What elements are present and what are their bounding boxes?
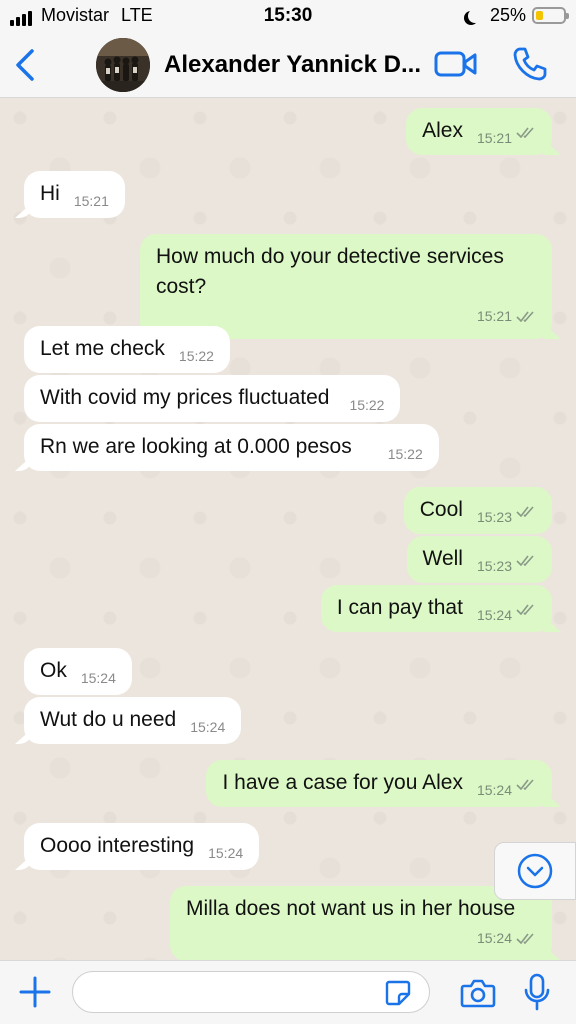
message-time: 15:24 — [190, 719, 226, 735]
message-time: 15:24 — [476, 930, 512, 946]
double-check-icon — [516, 127, 534, 138]
message-text: I can pay that — [336, 596, 463, 619]
message-text: With covid my prices fluctuated — [40, 386, 330, 409]
status-bar: Movistar LTE 15:30 25% — [0, 0, 576, 32]
message-text: Ok — [40, 659, 67, 682]
message-time: 15:24 — [476, 607, 512, 623]
message-input[interactable] — [72, 971, 430, 1013]
double-check-icon — [516, 555, 534, 566]
message-bubble[interactable]: Oooo interesting 15:24 — [24, 823, 260, 870]
message-bubble[interactable]: Cool 15:23 — [403, 487, 552, 534]
avatar-photo — [96, 38, 150, 92]
message-bubble[interactable]: Milla does not want us in her house 15:2… — [170, 886, 552, 960]
message-text: Hi — [40, 182, 60, 205]
battery-icon — [532, 7, 569, 24]
message-text: Well — [422, 547, 463, 570]
do-not-disturb-icon — [468, 9, 482, 23]
message-time: 15:24 — [476, 782, 512, 798]
microphone-icon[interactable] — [524, 973, 550, 1011]
double-check-icon — [516, 506, 534, 517]
contact-name[interactable]: Alexander Yannick D... — [164, 51, 421, 79]
back-chevron-icon[interactable] — [12, 48, 38, 82]
double-check-icon — [516, 604, 534, 615]
message-text: How much do your detective services cost… — [156, 245, 504, 298]
message-bubble[interactable]: Well 15:23 — [406, 536, 552, 583]
composer-bar — [0, 960, 576, 1024]
message-bubble[interactable]: Ok 15:24 — [24, 648, 132, 695]
message-bubble[interactable]: Wut do u need 15:24 — [24, 697, 242, 744]
message-text: Let me check — [40, 337, 165, 360]
message-text: Oooo interesting — [40, 834, 195, 857]
message-bubble[interactable]: With covid my prices fluctuated 15:22 — [24, 375, 401, 422]
message-bubble[interactable]: Let me check 15:22 — [24, 326, 230, 373]
contact-avatar[interactable] — [96, 38, 150, 92]
message-bubble[interactable]: Rn we are looking at 0.000 pesos 15:22 — [24, 424, 439, 471]
message-time: 15:23 — [476, 509, 512, 525]
message-time: 15:22 — [178, 348, 214, 364]
message-bubble[interactable]: I can pay that 15:24 — [320, 585, 552, 632]
message-time: 15:24 — [80, 670, 116, 686]
double-check-icon — [516, 933, 534, 944]
double-check-icon — [516, 779, 534, 790]
message-text: Wut do u need — [40, 708, 177, 731]
chevron-down-icon — [517, 853, 553, 889]
message-bubble[interactable]: Alex 15:21 — [406, 108, 552, 155]
battery-percent: 25% — [489, 5, 526, 25]
message-time: 15:21 — [73, 193, 109, 209]
message-text: Cool — [419, 498, 463, 521]
message-time: 15:21 — [476, 130, 512, 146]
message-time: 15:24 — [208, 845, 244, 861]
chat-area[interactable]: Alex 15:21 Hi 15:21 How much do your detec… — [0, 98, 576, 960]
message-bubble[interactable]: Hi 15:21 — [24, 171, 125, 218]
message-text: Alex — [422, 119, 463, 142]
message-text: Milla does not want us in her house — [186, 897, 516, 920]
double-check-icon — [516, 311, 534, 322]
message-time: 15:21 — [476, 308, 512, 324]
message-bubble[interactable]: How much do your detective services cost… — [140, 234, 552, 339]
camera-icon[interactable] — [460, 977, 496, 1009]
video-call-icon[interactable] — [434, 49, 478, 79]
message-text: Rn we are looking at 0.000 pesos — [40, 435, 352, 458]
chat-header: Alexander Yannick D... — [0, 32, 576, 98]
message-time: 15:23 — [476, 558, 512, 574]
message-time: 15:22 — [387, 446, 423, 462]
message-bubble[interactable]: I have a case for you Alex 15:24 — [206, 760, 552, 807]
scroll-to-bottom-button[interactable] — [494, 842, 576, 900]
message-text: I have a case for you Alex — [222, 771, 463, 794]
status-right: 25% — [464, 5, 569, 26]
message-time: 15:22 — [349, 397, 385, 413]
plus-icon[interactable] — [18, 975, 52, 1009]
phone-call-icon[interactable] — [512, 46, 548, 82]
sticker-icon[interactable] — [384, 979, 412, 1007]
